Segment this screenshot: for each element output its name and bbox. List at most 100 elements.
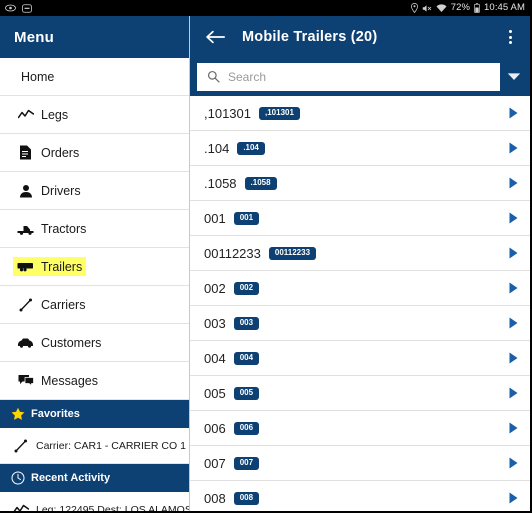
section-title: Recent Activity — [31, 471, 111, 484]
sidebar-item-carriers[interactable]: Carriers — [0, 286, 189, 324]
sidebar-item-label: Home — [21, 69, 55, 84]
status-badge: 001 — [233, 211, 260, 225]
chevron-right-icon[interactable] — [506, 211, 520, 225]
chevron-right-icon[interactable] — [506, 316, 520, 330]
chevron-right-icon[interactable] — [506, 456, 520, 470]
status-bar-right: 72% 10:45 AM — [410, 2, 525, 14]
sidebar-item-label: Customers — [41, 335, 102, 350]
chevron-down-icon[interactable] — [500, 63, 528, 91]
row-label: 004 — [204, 350, 226, 366]
chevron-right-icon[interactable] — [506, 281, 520, 295]
chevron-right-icon[interactable] — [506, 351, 520, 365]
table-row[interactable]: 001 001 — [190, 201, 530, 236]
chevron-right-icon[interactable] — [506, 141, 520, 155]
table-row[interactable]: 007 007 — [190, 446, 530, 481]
clock-icon — [10, 470, 25, 485]
status-badge: 008 — [233, 491, 260, 505]
sidebar-item-label: Trailers — [41, 259, 83, 274]
battery-percent-label: 72% — [450, 2, 471, 14]
row-label: 006 — [204, 420, 226, 436]
status-badge: ,101301 — [259, 106, 300, 120]
panel-header: Mobile Trailers (20) — [190, 16, 530, 58]
star-icon — [10, 406, 25, 421]
clock-time-label: 10:45 AM — [484, 2, 525, 14]
table-row[interactable]: 005 005 — [190, 376, 530, 411]
page-title: Mobile Trailers (20) — [242, 29, 378, 45]
chevron-right-icon[interactable] — [506, 421, 520, 435]
table-row[interactable]: 004 004 — [190, 341, 530, 376]
battery-icon — [474, 3, 480, 13]
location-pin-icon — [410, 3, 418, 13]
sidebar-item-trailers[interactable]: Trailers — [0, 248, 189, 286]
table-row[interactable]: 008 008 — [190, 481, 530, 511]
search-input[interactable] — [228, 65, 491, 88]
back-arrow-icon[interactable] — [202, 24, 228, 50]
chevron-right-icon[interactable] — [506, 491, 520, 505]
overflow-menu-icon[interactable] — [498, 24, 522, 50]
wifi-icon — [436, 3, 447, 13]
status-badge: 006 — [233, 421, 260, 435]
carrier-link-icon — [12, 438, 29, 453]
table-row[interactable]: 003 003 — [190, 306, 530, 341]
favorite-item-label: Carrier: CAR1 - CARRIER CO 1 — [36, 439, 186, 452]
table-row[interactable]: 00112233 00112233 — [190, 236, 530, 271]
row-label: 003 — [204, 315, 226, 331]
chat-icon — [17, 373, 34, 388]
mute-icon — [422, 4, 432, 13]
table-row[interactable]: 006 006 — [190, 411, 530, 446]
chevron-right-icon[interactable] — [506, 176, 520, 190]
status-badge: 00112233 — [268, 246, 317, 260]
trailers-panel: Mobile Trailers (20) Search ,101301 ,101… — [190, 16, 530, 511]
favorite-item-carrier[interactable]: Carrier: CAR1 - CARRIER CO 1 — [0, 428, 189, 464]
status-badge: .1058 — [244, 176, 277, 190]
search-icon — [206, 70, 220, 84]
car-icon — [17, 335, 34, 350]
table-row[interactable]: ,101301 ,101301 — [190, 96, 530, 131]
sidebar-item-home[interactable]: Home — [0, 58, 189, 96]
chevron-right-icon[interactable] — [506, 386, 520, 400]
sidebar-section-favorites[interactable]: Favorites — [0, 400, 189, 428]
rounded-square-icon — [22, 3, 32, 13]
status-badge: 004 — [233, 351, 260, 365]
chevron-right-icon[interactable] — [506, 106, 520, 120]
sidebar-item-legs[interactable]: Legs — [0, 96, 189, 134]
sidebar-item-orders[interactable]: Orders — [0, 134, 189, 172]
status-badge: 007 — [233, 456, 260, 470]
trailers-list: ,101301 ,101301 .104 .104 .1058 .1058 00… — [190, 96, 530, 511]
chevron-right-icon[interactable] — [506, 246, 520, 260]
sidebar-item-label: Drivers — [41, 183, 81, 198]
status-badge: 002 — [233, 281, 260, 295]
sidebar-item-label: Carriers — [41, 297, 86, 312]
row-label: .1058 — [204, 175, 237, 191]
sidebar-item-customers[interactable]: Customers — [0, 324, 189, 362]
sidebar-item-label: Orders — [41, 145, 80, 160]
sidebar-item-label: Legs — [41, 107, 69, 122]
table-row[interactable]: .104 .104 — [190, 131, 530, 166]
row-label: 002 — [204, 280, 226, 296]
person-icon — [17, 183, 34, 198]
document-icon — [17, 145, 34, 160]
sidebar-item-tractors[interactable]: Tractors — [0, 210, 189, 248]
trailer-icon — [17, 259, 34, 274]
sidebar-item-drivers[interactable]: Drivers — [0, 172, 189, 210]
recent-activity-item-label: Leg: 122495 Dest: LOS ALAMOS, N... — [36, 503, 189, 513]
status-badge: 005 — [233, 386, 260, 400]
sidebar-item-messages[interactable]: Messages — [0, 362, 189, 400]
row-label: .104 — [204, 140, 230, 156]
tractor-icon — [17, 221, 34, 236]
status-bar: 72% 10:45 AM — [0, 0, 530, 16]
row-label: ,101301 — [204, 105, 251, 121]
row-label: 005 — [204, 385, 226, 401]
table-row[interactable]: .1058 .1058 — [190, 166, 530, 201]
row-label: 008 — [204, 490, 226, 506]
sidebar-section-recent-activity[interactable]: Recent Activity — [0, 464, 189, 492]
status-badge: .104 — [237, 141, 265, 155]
sidebar-title: Menu — [14, 28, 54, 46]
search-bar — [190, 58, 530, 96]
search-box[interactable] — [197, 62, 500, 91]
sidebar: Menu Home Legs Orders Drivers Tractors T… — [0, 16, 190, 513]
sidebar-item-label: Tractors — [41, 221, 87, 236]
recent-activity-item-leg[interactable]: Leg: 122495 Dest: LOS ALAMOS, N... — [0, 492, 189, 513]
sidebar-item-label: Messages — [41, 373, 98, 388]
table-row[interactable]: 002 002 — [190, 271, 530, 306]
